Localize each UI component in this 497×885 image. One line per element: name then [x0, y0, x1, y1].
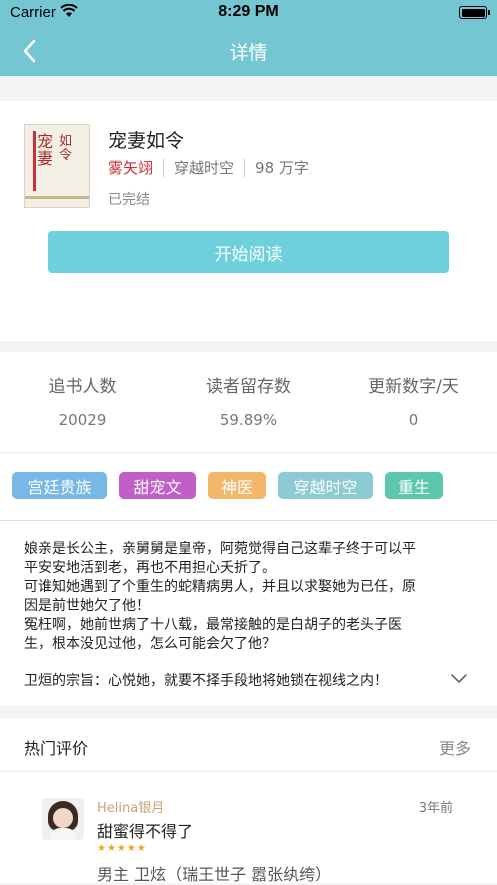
reviews-title: 热门评价 — [24, 739, 89, 758]
stat-value: 0 — [408, 411, 419, 429]
book-genre: 穿越时空 — [174, 159, 235, 177]
cover-title-art: 宠妻 — [37, 132, 54, 168]
clock: 8:29 PM — [218, 3, 279, 20]
battery-icon — [459, 6, 490, 19]
chevron-down-icon[interactable] — [450, 671, 468, 685]
description-line: 可谁知她遇到了个重生的蛇精病男人，并且以求娶她为已任，原 — [24, 579, 416, 595]
avatar[interactable] — [42, 798, 84, 840]
tag-item[interactable]: 重生 — [385, 472, 443, 499]
stat-value: 59.89% — [219, 411, 278, 429]
description-line: 平安安地活到老，再也不用担心夭折了。 — [24, 560, 276, 576]
stat-daily-updates: 更新数字/天 0 — [331, 372, 496, 429]
book-meta: 雾矢翊 穿越时空 98 万字 — [108, 157, 309, 178]
review-username[interactable]: Helina银月 — [97, 797, 164, 816]
description-text: 娘亲是长公主，亲舅舅是皇帝，阿菀觉得自己这辈子终于可以平 平安安地活到老，再也不… — [24, 540, 476, 654]
reviews-header: 热门评价 更多 — [0, 718, 497, 772]
tag-item[interactable]: 甜宠文 — [119, 472, 196, 499]
cover-subtitle-art: 如令 — [59, 134, 73, 163]
stat-followers: 追书人数 20029 — [0, 372, 165, 429]
book-info-card: 宠妻 如令 宠妻如令 雾矢翊 穿越时空 98 万字 已完结 开始阅读 — [0, 101, 497, 341]
tag-item[interactable]: 宫廷贵族 — [12, 472, 107, 499]
more-reviews-link[interactable]: 更多 — [439, 735, 471, 759]
start-reading-button[interactable]: 开始阅读 — [48, 231, 449, 273]
review-text: 甜蜜得不得了 — [97, 822, 194, 841]
description-quote: 卫烜的宗旨：心悦她，就要不择手段地将她锁在视线之内！ — [24, 673, 388, 689]
status-bar: Carrier 8:29 PM — [0, 0, 497, 26]
nav-bar: 详情 — [0, 26, 497, 76]
tag-list: 宫廷贵族 甜宠文 神医 穿越时空 重生 — [0, 452, 497, 520]
description-line: 娘亲是长公主，亲舅舅是皇帝，阿菀觉得自己这辈子终于可以平 — [24, 541, 416, 557]
tag-item[interactable]: 神医 — [208, 472, 266, 499]
star-rating: ★★★★★ — [97, 843, 147, 854]
review-subtext: 男主 卫炫（瑞王世子 嚣张纨绔） — [97, 865, 332, 884]
stat-value: 20029 — [58, 411, 107, 429]
review-time: 3年前 — [418, 801, 453, 816]
description-line: 冤枉啊，她前世病了十八载，最常接触的是白胡子的老头子医 — [24, 617, 402, 633]
book-title: 宠妻如令 — [108, 130, 185, 152]
book-word-count: 98 万字 — [255, 159, 309, 177]
stats-panel: 追书人数 20029 读者留存数 59.89% 更新数字/天 0 — [0, 352, 497, 452]
book-description: 娘亲是长公主，亲舅舅是皇帝，阿菀觉得自己这辈子终于可以平 平安安地活到老，再也不… — [0, 520, 497, 706]
tag-item[interactable]: 穿越时空 — [278, 472, 373, 499]
book-status: 已完结 — [108, 192, 150, 208]
stat-retention: 读者留存数 59.89% — [166, 372, 331, 429]
stat-label: 更新数字/天 — [368, 377, 459, 397]
description-line: 因是前世她欠了他！ — [24, 598, 150, 614]
description-line: 生，根本没见过他，怎么可能会欠了他？ — [24, 636, 276, 652]
hot-reviews: 热门评价 更多 Helina银月 3年前 甜蜜得不得了 ★★★★★ 男主 卫炫（… — [0, 718, 497, 884]
book-author[interactable]: 雾矢翊 — [108, 157, 153, 178]
stat-label: 读者留存数 — [206, 377, 291, 397]
page-title: 详情 — [229, 42, 268, 64]
book-cover[interactable]: 宠妻 如令 — [24, 124, 90, 208]
stat-label: 追书人数 — [48, 377, 117, 397]
